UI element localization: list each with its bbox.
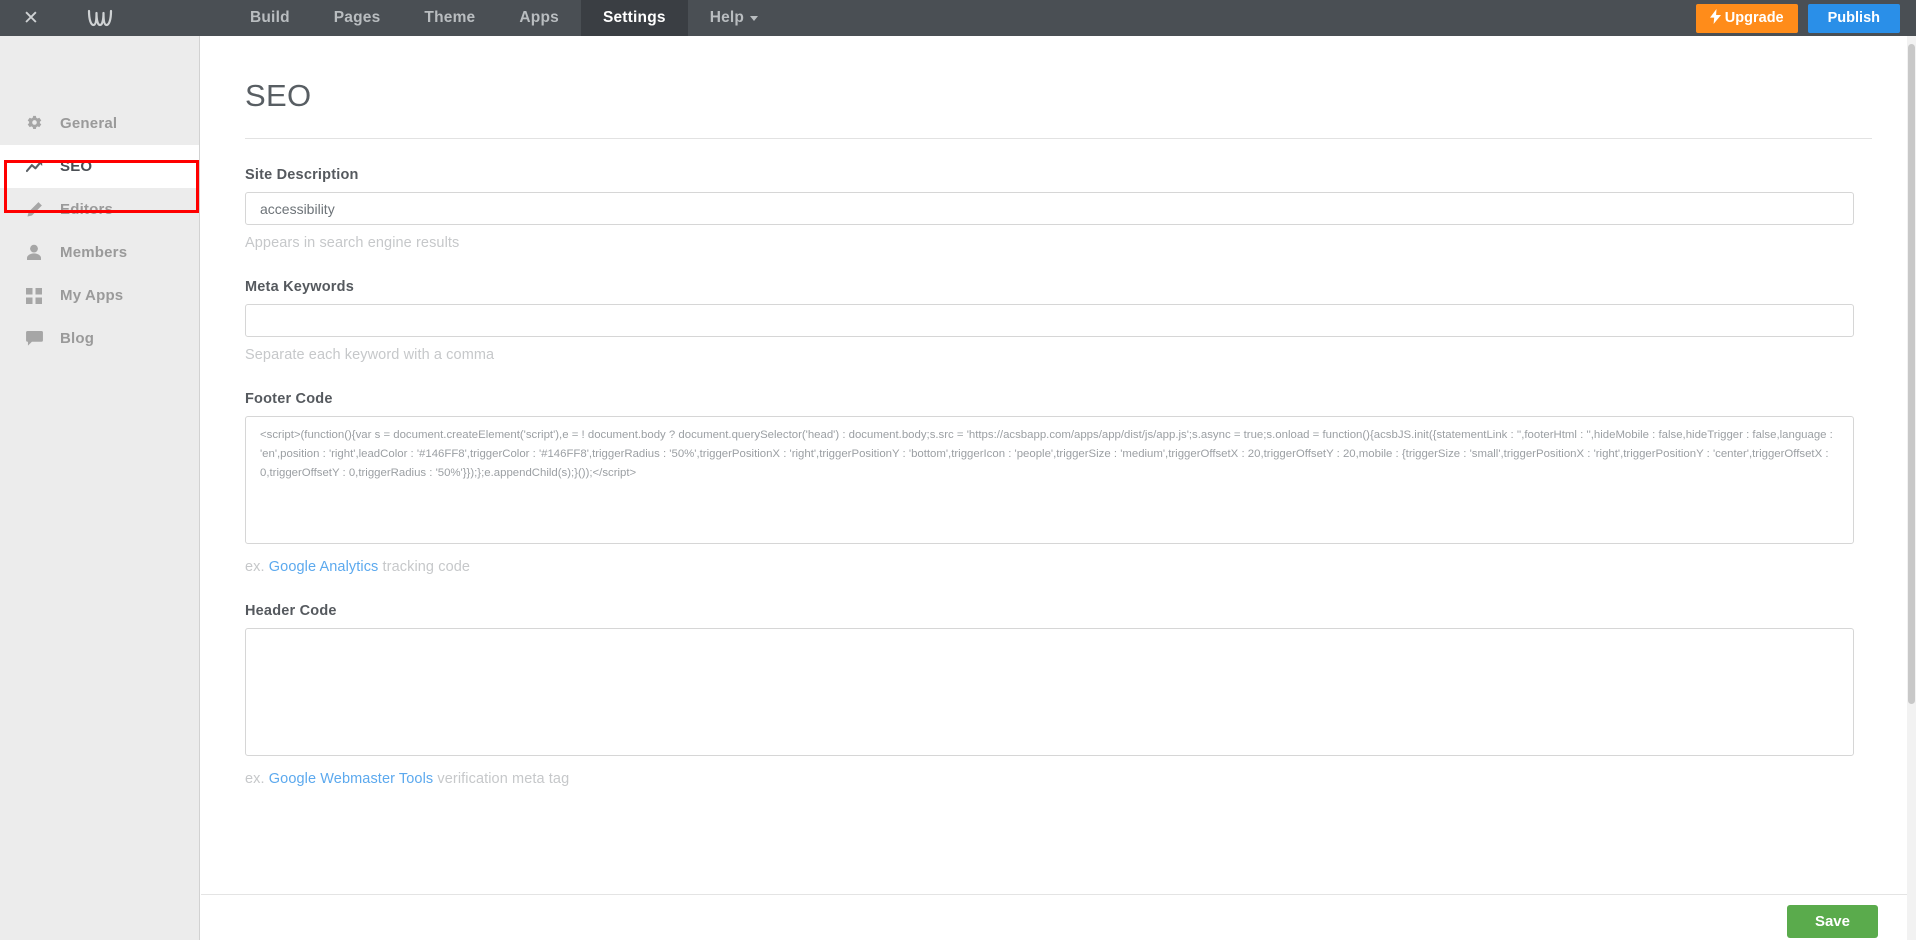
- footer-code-label: Footer Code: [245, 391, 1872, 407]
- field-header-code: Header Code ex. Google Webmaster Tools v…: [201, 603, 1916, 787]
- nav-label: Apps: [519, 9, 559, 27]
- top-bar-actions: Upgrade Publish: [1696, 0, 1916, 36]
- meta-keywords-input[interactable]: [245, 304, 1854, 337]
- sidebar-item-label: Blog: [60, 330, 94, 347]
- save-bar: Save: [201, 894, 1916, 940]
- footer-code-help-prefix: ex.: [245, 559, 269, 575]
- sidebar-item-label: Members: [60, 244, 127, 261]
- sidebar-item-label: My Apps: [60, 287, 123, 304]
- nav-item-pages[interactable]: Pages: [312, 0, 403, 36]
- save-button[interactable]: Save: [1787, 905, 1878, 938]
- publish-label: Publish: [1828, 10, 1880, 26]
- person-icon: [26, 244, 60, 261]
- footer-code-help-suffix: tracking code: [378, 559, 470, 575]
- close-icon[interactable]: ✕: [0, 0, 62, 36]
- trending-up-icon: [26, 159, 60, 174]
- nav-item-help[interactable]: Help: [688, 0, 780, 36]
- bolt-icon: [1710, 9, 1721, 28]
- nav-label: Theme: [424, 9, 475, 27]
- sidebar-item-label: Editors: [60, 201, 113, 218]
- header-code-textarea[interactable]: [245, 628, 1854, 756]
- meta-keywords-help: Separate each keyword with a comma: [245, 347, 1872, 363]
- chevron-down-icon: [750, 16, 758, 21]
- nav-label: Help: [710, 9, 744, 27]
- gear-icon: [26, 115, 60, 132]
- nav-item-settings[interactable]: Settings: [581, 0, 688, 36]
- header-code-help: ex. Google Webmaster Tools verification …: [245, 771, 1872, 787]
- title-divider: [245, 138, 1872, 139]
- settings-sidebar: General SEO Editors Members: [0, 36, 200, 940]
- nav-item-apps[interactable]: Apps: [497, 0, 581, 36]
- field-footer-code: Footer Code <script>(function(){var s = …: [201, 391, 1916, 575]
- google-webmaster-tools-link[interactable]: Google Webmaster Tools: [269, 771, 433, 787]
- field-meta-keywords: Meta Keywords Separate each keyword with…: [201, 279, 1916, 363]
- grid-icon: [26, 288, 60, 304]
- nav-item-build[interactable]: Build: [228, 0, 312, 36]
- sidebar-item-members[interactable]: Members: [0, 231, 199, 274]
- header-code-label: Header Code: [245, 603, 1872, 619]
- site-description-input[interactable]: [245, 192, 1854, 225]
- sidebar-item-general[interactable]: General: [0, 102, 199, 145]
- meta-keywords-label: Meta Keywords: [245, 279, 1872, 295]
- footer-code-textarea[interactable]: <script>(function(){var s = document.cre…: [245, 416, 1854, 544]
- publish-button[interactable]: Publish: [1808, 4, 1900, 33]
- top-bar: ✕ Build Pages Theme Apps Settings Help: [0, 0, 1916, 36]
- nav-label: Pages: [334, 9, 381, 27]
- weebly-logo[interactable]: [62, 0, 138, 36]
- google-analytics-link[interactable]: Google Analytics: [269, 559, 379, 575]
- site-description-help: Appears in search engine results: [245, 235, 1872, 251]
- sidebar-item-my-apps[interactable]: My Apps: [0, 274, 199, 317]
- footer-code-help: ex. Google Analytics tracking code: [245, 559, 1872, 575]
- field-site-description: Site Description Appears in search engin…: [201, 167, 1916, 251]
- nav-label: Settings: [603, 9, 666, 27]
- main-nav: Build Pages Theme Apps Settings Help: [228, 0, 780, 36]
- page-title: SEO: [201, 36, 1916, 114]
- header-code-help-prefix: ex.: [245, 771, 269, 787]
- site-description-label: Site Description: [245, 167, 1872, 183]
- sidebar-item-seo[interactable]: SEO: [0, 145, 199, 188]
- nav-item-theme[interactable]: Theme: [402, 0, 497, 36]
- sidebar-item-editors[interactable]: Editors: [0, 188, 199, 231]
- sidebar-item-label: SEO: [60, 158, 92, 175]
- page-scrollbar-thumb[interactable]: [1908, 44, 1915, 704]
- sidebar-item-label: General: [60, 115, 117, 132]
- upgrade-label: Upgrade: [1725, 10, 1784, 26]
- pencil-icon: [26, 201, 60, 218]
- nav-label: Build: [250, 9, 290, 27]
- settings-content: SEO Site Description Appears in search e…: [201, 36, 1916, 940]
- header-code-help-suffix: verification meta tag: [433, 771, 569, 787]
- chat-icon: [26, 331, 60, 346]
- sidebar-item-blog[interactable]: Blog: [0, 317, 199, 360]
- upgrade-button[interactable]: Upgrade: [1696, 4, 1798, 33]
